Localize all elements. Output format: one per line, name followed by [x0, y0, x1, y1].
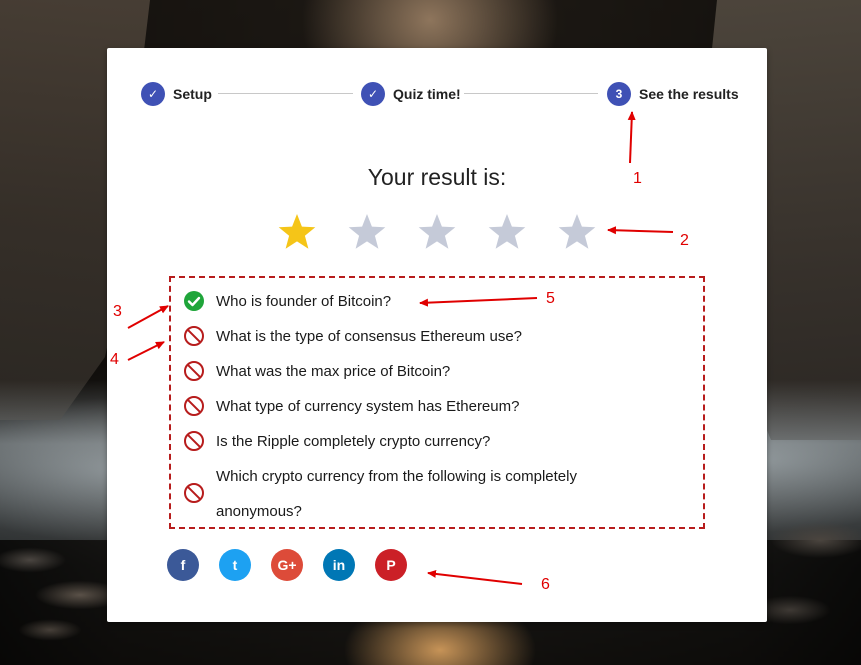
question-result-item: Which crypto currency from the following… [183, 459, 616, 529]
result-title: Your result is: [367, 164, 507, 190]
pinterest-share-button[interactable]: P [375, 549, 407, 581]
question-text: Which crypto currency from the following… [216, 468, 577, 520]
facebook-icon: f [180, 557, 186, 573]
step-see-the-results[interactable]: 3 See the results [607, 82, 739, 106]
twitter-share-button[interactable]: t [219, 549, 251, 581]
check-circle-icon [183, 290, 205, 312]
step-quiz-time[interactable]: ✓ Quiz time! [361, 82, 461, 106]
question-result-item: What was the max price of Bitcoin? [183, 354, 656, 389]
prohibited-icon [183, 360, 205, 382]
annotation-label-6: 6 [541, 576, 550, 593]
annotation-label-1: 1 [633, 170, 642, 187]
step-connector [464, 93, 598, 94]
question-result-item: What type of currency system has Ethereu… [183, 389, 656, 424]
star-empty-icon [487, 212, 527, 252]
star-empty-icon [557, 212, 597, 252]
google-plus-share-button[interactable]: G+ [271, 549, 303, 581]
google-plus-icon: G+ [277, 557, 297, 573]
annotation-label-2: 2 [680, 232, 689, 249]
prohibited-icon [183, 325, 205, 347]
star-rating [277, 212, 607, 254]
star-empty-icon [347, 212, 387, 252]
prohibited-icon [183, 482, 205, 504]
question-text: Who is founder of Bitcoin? [216, 293, 392, 310]
step-label: See the results [639, 86, 739, 102]
question-text: What is the type of consensus Ethereum u… [216, 328, 522, 345]
annotation-label-3: 3 [113, 303, 122, 320]
facebook-share-button[interactable]: f [167, 549, 199, 581]
stepper: ✓ Setup ✓ Quiz time! 3 See the results [141, 82, 739, 106]
social-share-bar: f t G+ in P [167, 549, 427, 583]
question-result-item: Is the Ripple completely crypto currency… [183, 424, 656, 459]
step-label: Setup [173, 86, 212, 102]
prohibited-icon [183, 430, 205, 452]
check-icon: ✓ [361, 82, 385, 106]
question-result-item: What is the type of consensus Ethereum u… [183, 319, 656, 354]
question-text: What was the max price of Bitcoin? [216, 363, 451, 380]
quiz-result-card: ✓ Setup ✓ Quiz time! 3 See the results Y… [107, 48, 767, 622]
question-text: What type of currency system has Ethereu… [216, 398, 520, 415]
star-empty-icon [417, 212, 457, 252]
step-number-badge: 3 [607, 82, 631, 106]
question-result-item: Who is founder of Bitcoin? [183, 284, 656, 319]
linkedin-icon: in [332, 557, 346, 573]
prohibited-icon [183, 395, 205, 417]
check-icon: ✓ [141, 82, 165, 106]
annotation-label-5: 5 [546, 290, 555, 307]
question-results-list: Who is founder of Bitcoin? What is the ty… [169, 276, 705, 529]
step-setup[interactable]: ✓ Setup [141, 82, 212, 106]
annotation-label-4: 4 [110, 351, 119, 368]
step-connector [218, 93, 353, 94]
star-filled-icon [277, 212, 317, 252]
twitter-icon: t [232, 557, 238, 573]
pinterest-icon: P [386, 557, 396, 573]
step-label: Quiz time! [393, 86, 461, 102]
linkedin-share-button[interactable]: in [323, 549, 355, 581]
question-text: Is the Ripple completely crypto currency… [216, 433, 491, 450]
